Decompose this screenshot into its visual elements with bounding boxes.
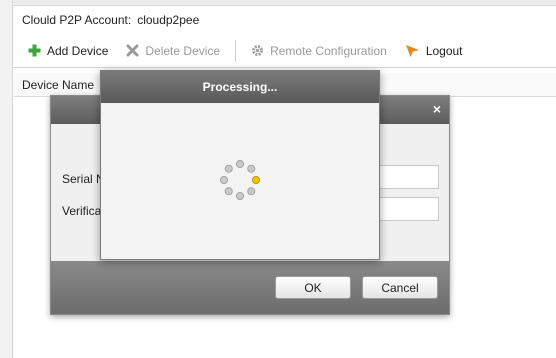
cancel-button[interactable]: Cancel (362, 276, 438, 299)
spinner-dot (220, 175, 228, 184)
toolbar-separator (235, 39, 237, 62)
remote-configuration-label: Remote Configuration (270, 43, 387, 58)
remote-configuration-button[interactable]: Remote Configuration (251, 44, 387, 58)
left-panel-edge (0, 0, 13, 358)
serial-number-label: Serial N (62, 172, 105, 186)
processing-title: Processing... (101, 71, 379, 103)
spinner-dot-active (252, 175, 261, 184)
account-value: cloudp2pee (137, 13, 200, 27)
spinner-dot (224, 187, 233, 196)
spinner-icon (220, 160, 261, 201)
processing-modal: Processing... (100, 70, 380, 260)
add-device-label: Add Device (47, 43, 109, 58)
logout-label: Logout (425, 43, 463, 58)
col-device-name[interactable]: Device Name (22, 78, 94, 92)
close-icon[interactable]: × (433, 102, 441, 116)
toolbar: Add Device Delete Device Remote Configur… (13, 34, 556, 68)
logout-button[interactable]: Logout (405, 44, 463, 58)
delete-x-icon (126, 44, 139, 57)
logout-arrow-icon (405, 44, 419, 57)
top-strip (13, 0, 556, 6)
spinner-dot (247, 187, 256, 196)
spinner-dot (247, 164, 256, 173)
gear-icon (252, 45, 264, 56)
account-label: Clould P2P Account: (22, 13, 132, 27)
add-device-button[interactable]: Add Device (28, 44, 108, 58)
plus-icon (28, 44, 41, 57)
ok-button[interactable]: OK (275, 276, 351, 299)
account-row: Clould P2P Account: cloudp2pee (22, 12, 199, 28)
delete-device-label: Delete Device (145, 43, 221, 58)
spinner-dot (235, 192, 244, 201)
dialog-footer: OK Cancel (51, 261, 449, 314)
verification-code-label: Verifica (62, 204, 102, 218)
spinner-dot (235, 160, 244, 168)
spinner-dot (224, 164, 233, 173)
delete-device-button[interactable]: Delete Device (126, 44, 220, 58)
